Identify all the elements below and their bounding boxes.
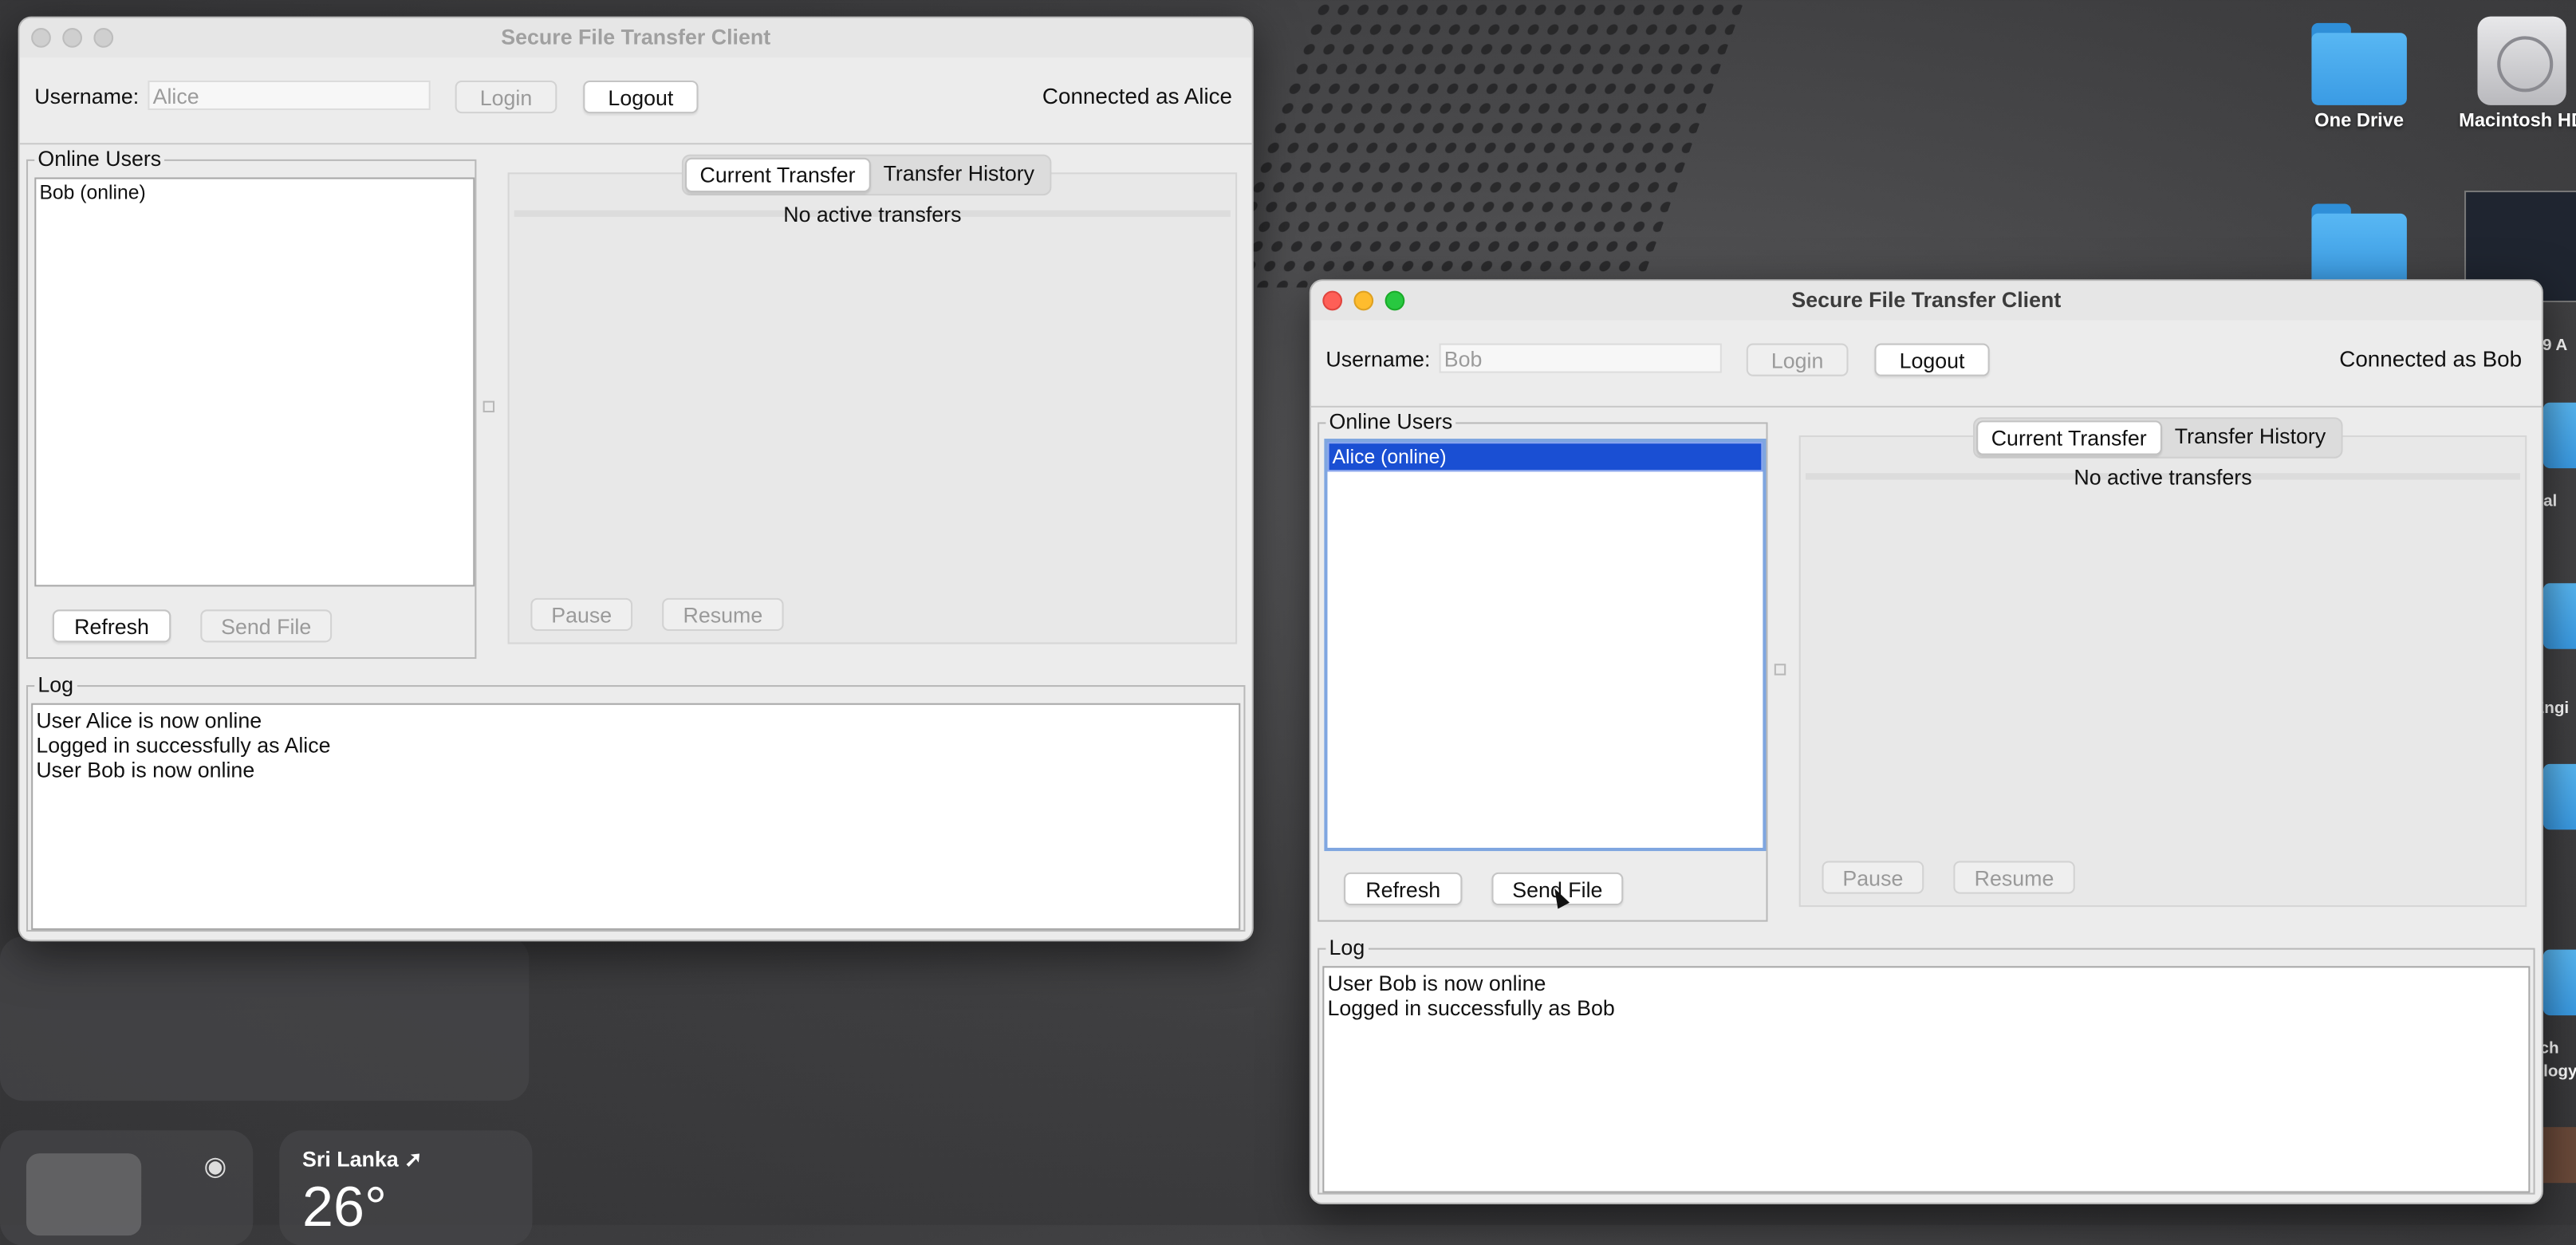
log-line: Logged in successfully as Bob bbox=[1327, 995, 1615, 1021]
close-icon[interactable] bbox=[1322, 290, 1343, 311]
online-users-list[interactable]: Bob (online) bbox=[34, 177, 475, 587]
login-button[interactable]: Login bbox=[1746, 343, 1849, 376]
widget-panel bbox=[0, 936, 530, 1101]
connection-status: Connected as Alice bbox=[1042, 84, 1232, 108]
resume-button[interactable]: Resume bbox=[662, 597, 784, 632]
username-label: Username: bbox=[1325, 346, 1431, 372]
log-text-area[interactable]: User Alice is now online Logged in succe… bbox=[31, 703, 1241, 930]
tab-current-transfer[interactable]: Current Transfer bbox=[685, 157, 871, 193]
log-title: Log bbox=[1325, 936, 1369, 960]
minimize-icon[interactable] bbox=[62, 28, 82, 48]
online-users-group: Online Users Alice (online) Refresh Send… bbox=[1318, 410, 1768, 922]
send-file-button[interactable]: Send File bbox=[200, 609, 333, 643]
online-users-title: Online Users bbox=[34, 147, 165, 171]
transfer-tab-pane: Current Transfer Transfer History No act… bbox=[507, 154, 1238, 644]
window-bob[interactable]: Secure File Transfer Client Username: Bo… bbox=[1309, 279, 2543, 1204]
window-title: Secure File Transfer Client bbox=[1791, 287, 2062, 313]
desktop-edge-icon[interactable] bbox=[2543, 763, 2576, 830]
logout-button[interactable]: Logout bbox=[1874, 343, 1990, 376]
no-active-transfers-text: No active transfers bbox=[783, 202, 962, 227]
desktop-edge-icon[interactable] bbox=[2543, 402, 2576, 469]
log-group: Log User Alice is now online Logged in s… bbox=[26, 673, 1246, 932]
list-item[interactable]: Bob (online) bbox=[36, 179, 473, 206]
wallpaper-pattern bbox=[1212, 0, 1745, 288]
desktop-icon-label: Macintosh HD bbox=[2459, 112, 2576, 132]
desktop-edge-icon[interactable] bbox=[2543, 583, 2576, 649]
podcast-icon: ◉ bbox=[203, 1153, 227, 1182]
list-item[interactable]: Alice (online) bbox=[1327, 442, 1763, 472]
log-line: User Bob is now online bbox=[36, 757, 255, 782]
desktop-edge-icon[interactable] bbox=[2543, 949, 2576, 1016]
desktop-icon-label: One Drive bbox=[2314, 112, 2405, 132]
login-bar: Username: Bob Login Logout Connected as … bbox=[1310, 321, 2542, 408]
widget-placeholder bbox=[26, 1153, 142, 1236]
refresh-button[interactable]: Refresh bbox=[52, 609, 171, 643]
pause-button[interactable]: Pause bbox=[1822, 861, 1924, 894]
window-controls bbox=[31, 28, 114, 48]
log-line: Logged in successfully as Alice bbox=[36, 732, 331, 758]
hard-disk-icon bbox=[2477, 16, 2566, 105]
tab-transfer-history[interactable]: Transfer History bbox=[870, 158, 1047, 192]
tab-bar: Current Transfer Transfer History bbox=[681, 154, 1051, 196]
tab-bar: Current Transfer Transfer History bbox=[1973, 417, 2342, 459]
refresh-button[interactable]: Refresh bbox=[1344, 872, 1463, 906]
logout-button[interactable]: Logout bbox=[583, 80, 699, 114]
window-title: Secure File Transfer Client bbox=[501, 24, 771, 49]
window-alice[interactable]: Secure File Transfer Client Username: Al… bbox=[18, 16, 1254, 942]
log-title: Log bbox=[34, 673, 77, 697]
tab-current-transfer[interactable]: Current Transfer bbox=[1976, 420, 2162, 455]
username-field[interactable]: Alice bbox=[148, 80, 431, 111]
title-bar[interactable]: Secure File Transfer Client bbox=[1310, 281, 2542, 321]
desktop-icon-one-drive[interactable]: One Drive bbox=[2285, 22, 2432, 132]
transfer-tab-pane: Current Transfer Transfer History No act… bbox=[1798, 417, 2527, 908]
folder-icon bbox=[2311, 203, 2407, 286]
log-line: User Bob is now online bbox=[1327, 971, 1546, 996]
online-users-list[interactable]: Alice (online) bbox=[1324, 439, 1767, 852]
desktop: ◉ Sri Lanka ➚ 26° One Drive Macintosh HD… bbox=[0, 0, 2576, 1245]
split-divider-handle[interactable] bbox=[1774, 664, 1786, 676]
zoom-icon[interactable] bbox=[93, 28, 114, 48]
log-line: User Alice is now online bbox=[36, 707, 262, 733]
minimize-icon[interactable] bbox=[1353, 290, 1374, 311]
desktop-edge-thumbnail[interactable] bbox=[2543, 1127, 2576, 1184]
username-field[interactable]: Bob bbox=[1439, 343, 1722, 373]
login-bar: Username: Alice Login Logout Connected a… bbox=[19, 57, 1252, 145]
connection-status: Connected as Bob bbox=[2339, 346, 2523, 372]
no-active-transfers-text: No active transfers bbox=[2074, 464, 2252, 490]
tab-transfer-history[interactable]: Transfer History bbox=[2161, 420, 2338, 455]
resume-button[interactable]: Resume bbox=[1953, 861, 2075, 894]
username-label: Username: bbox=[34, 84, 140, 108]
log-text-area[interactable]: User Bob is now online Logged in success… bbox=[1322, 966, 2531, 1193]
split-divider-handle[interactable] bbox=[483, 400, 495, 413]
login-button[interactable]: Login bbox=[455, 80, 557, 114]
desktop-icon-folder-tools[interactable] bbox=[2285, 203, 2432, 286]
weather-city: Sri Lanka ➚ bbox=[302, 1146, 423, 1172]
log-group: Log User Bob is now online Logged in suc… bbox=[1318, 936, 2535, 1195]
window-controls bbox=[1322, 290, 1405, 311]
title-bar[interactable]: Secure File Transfer Client bbox=[19, 18, 1252, 58]
folder-icon bbox=[2311, 22, 2407, 105]
desktop-icon-macintosh-hd[interactable]: Macintosh HD bbox=[2448, 16, 2576, 132]
weather-temperature: 26° bbox=[302, 1176, 387, 1239]
online-users-group: Online Users Bob (online) Refresh Send F… bbox=[26, 147, 477, 660]
online-users-title: Online Users bbox=[1325, 410, 1456, 434]
pause-button[interactable]: Pause bbox=[530, 597, 633, 632]
zoom-icon[interactable] bbox=[1385, 290, 1405, 311]
close-icon[interactable] bbox=[31, 28, 51, 48]
